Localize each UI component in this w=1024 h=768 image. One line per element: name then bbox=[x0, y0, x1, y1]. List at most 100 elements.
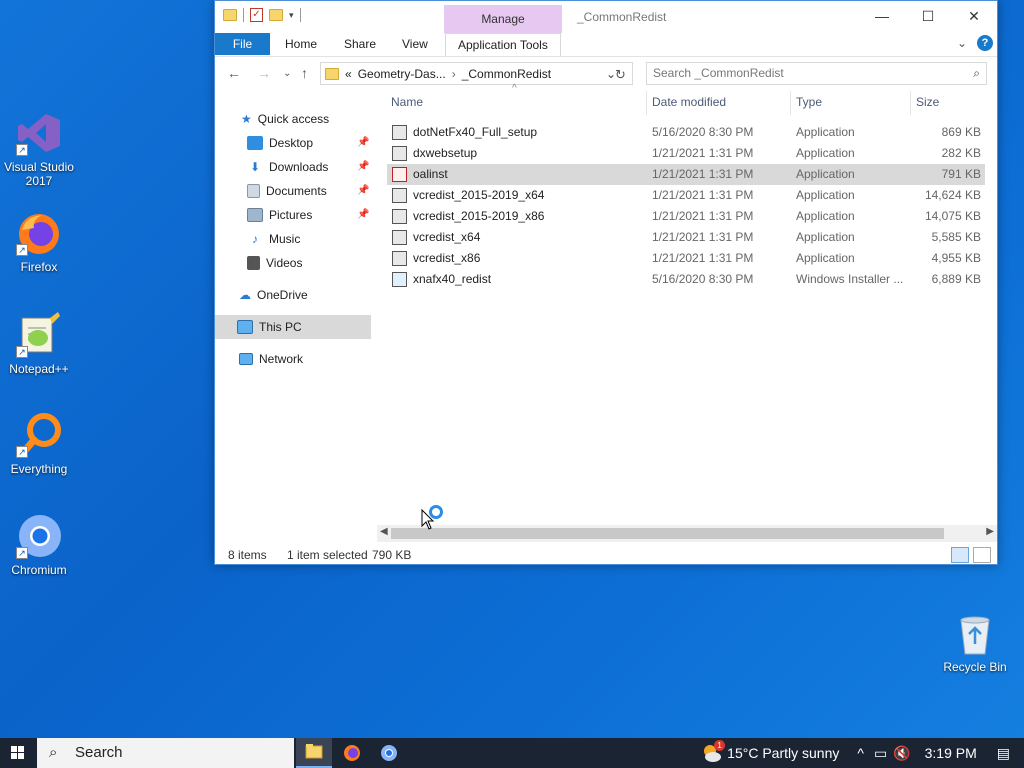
folder-icon bbox=[223, 9, 237, 21]
weather-icon[interactable]: 1 bbox=[701, 740, 726, 764]
desktop-icon-label: Everything bbox=[10, 462, 68, 476]
table-row[interactable]: dxwebsetup 1/21/2021 1:31 PM Application… bbox=[387, 143, 985, 164]
scrollbar-thumb[interactable] bbox=[391, 528, 944, 539]
nav-label: Videos bbox=[266, 256, 303, 270]
help-icon[interactable]: ? bbox=[977, 35, 993, 51]
large-icons-view-icon[interactable] bbox=[973, 547, 991, 563]
column-header-type[interactable]: Type bbox=[796, 95, 822, 109]
taskbar-clock[interactable]: 3:19 PM bbox=[925, 745, 977, 761]
windows-start-icon[interactable] bbox=[0, 738, 36, 768]
installer-application-icon bbox=[392, 188, 407, 203]
installer-application-icon bbox=[392, 230, 407, 245]
column-header-date[interactable]: Date modified bbox=[652, 95, 726, 109]
nav-downloads[interactable]: ⬇ Downloads bbox=[247, 155, 328, 179]
openal-installer-icon bbox=[392, 167, 407, 182]
table-row[interactable]: vcredist_x86 1/21/2021 1:31 PM Applicati… bbox=[387, 248, 985, 269]
nav-pictures[interactable]: Pictures bbox=[247, 203, 312, 227]
sort-ascending-icon[interactable]: ^ bbox=[512, 83, 517, 94]
desktop-icon-firefox[interactable]: ↗ Firefox bbox=[1, 210, 77, 274]
nav-label: Downloads bbox=[269, 160, 329, 174]
pin-icon[interactable]: 📌 bbox=[357, 185, 369, 196]
desktop-icon-visual-studio[interactable]: ↗ Visual Studio 2017 bbox=[1, 110, 77, 188]
search-input[interactable]: Search _CommonRedist ⌕ bbox=[646, 62, 987, 85]
table-row[interactable]: dotNetFx40_Full_setup 5/16/2020 8:30 PM … bbox=[387, 122, 985, 143]
tab-home[interactable]: Home bbox=[273, 33, 329, 55]
customize-qat-icon[interactable]: ▾ bbox=[289, 10, 294, 21]
column-header-name[interactable]: Name bbox=[391, 95, 423, 109]
forward-arrow-icon[interactable]: → bbox=[257, 65, 271, 81]
ribbon-expand-chevron-icon[interactable]: ⌄ bbox=[957, 36, 967, 50]
quick-access-toolbar: ✓ ▾ bbox=[223, 8, 301, 22]
properties-icon[interactable]: ✓ bbox=[250, 8, 263, 22]
taskbar-search-box[interactable]: ⌕ Search bbox=[37, 738, 294, 768]
file-name: dotNetFx40_Full_setup bbox=[413, 125, 538, 139]
up-arrow-icon[interactable]: ↑ bbox=[301, 65, 308, 81]
file-date: 1/21/2021 1:31 PM bbox=[652, 167, 754, 181]
table-row[interactable]: vcredist_2015-2019_x64 1/21/2021 1:31 PM… bbox=[387, 185, 985, 206]
weather-text[interactable]: 15°C Partly sunny bbox=[727, 745, 839, 761]
star-icon: ★ bbox=[241, 112, 252, 126]
close-button[interactable]: ✕ bbox=[951, 1, 997, 31]
nav-videos[interactable]: Videos bbox=[247, 251, 302, 275]
address-bar[interactable]: « Geometry-Das... › _CommonRedist ⌄ bbox=[320, 62, 633, 85]
nav-this-pc[interactable]: This PC bbox=[215, 315, 371, 339]
tab-file[interactable]: File bbox=[215, 33, 270, 55]
nav-onedrive[interactable]: ☁ OneDrive bbox=[239, 283, 308, 307]
manage-contextual-tab[interactable]: Manage bbox=[444, 5, 562, 33]
show-hidden-icons-chevron-icon[interactable]: ^ bbox=[857, 745, 864, 761]
table-row[interactable]: vcredist_2015-2019_x86 1/21/2021 1:31 PM… bbox=[387, 206, 985, 227]
tab-application-tools[interactable]: Application Tools bbox=[445, 33, 561, 56]
table-row[interactable]: vcredist_x64 1/21/2021 1:31 PM Applicati… bbox=[387, 227, 985, 248]
desktop-icon-recycle-bin[interactable]: Recycle Bin bbox=[940, 612, 1010, 674]
table-row-selected[interactable]: oalinst 1/21/2021 1:31 PM Application 79… bbox=[387, 164, 985, 185]
desktop-icon-chromium[interactable]: ↗ Chromium bbox=[1, 513, 77, 577]
column-divider[interactable] bbox=[790, 91, 791, 115]
minimize-button[interactable]: — bbox=[859, 1, 905, 31]
address-overflow[interactable]: « bbox=[345, 67, 352, 81]
pin-icon[interactable]: 📌 bbox=[357, 161, 369, 172]
horizontal-scrollbar[interactable]: ◀ ▶ bbox=[377, 525, 997, 542]
refresh-icon[interactable]: ↻ bbox=[615, 67, 626, 83]
nav-quick-access[interactable]: ★ Quick access bbox=[241, 107, 329, 131]
file-type: Application bbox=[796, 209, 855, 223]
file-date: 1/21/2021 1:31 PM bbox=[652, 251, 754, 265]
scroll-right-arrow-icon[interactable]: ▶ bbox=[986, 526, 994, 537]
pin-icon[interactable]: 📌 bbox=[357, 209, 369, 220]
nav-documents[interactable]: Documents bbox=[247, 179, 327, 203]
tab-share[interactable]: Share bbox=[332, 33, 388, 55]
recent-locations-chevron-icon[interactable]: ⌄ bbox=[283, 68, 291, 79]
new-folder-icon[interactable] bbox=[269, 9, 283, 21]
file-name: vcredist_2015-2019_x86 bbox=[413, 209, 545, 223]
taskbar-chromium[interactable] bbox=[371, 738, 407, 768]
back-arrow-icon[interactable]: ← bbox=[227, 65, 241, 81]
scroll-left-arrow-icon[interactable]: ◀ bbox=[380, 526, 388, 537]
maximize-button[interactable]: ☐ bbox=[905, 1, 951, 31]
pin-icon[interactable]: 📌 bbox=[357, 137, 369, 148]
network-status-icon[interactable]: ▭ bbox=[874, 745, 887, 762]
taskbar-firefox[interactable] bbox=[334, 738, 370, 768]
title-bar[interactable]: ✓ ▾ Manage _CommonRedist — ☐ ✕ bbox=[215, 1, 997, 33]
breadcrumb-separator-icon[interactable]: › bbox=[452, 67, 456, 81]
breadcrumb-geometry-dash[interactable]: Geometry-Das... bbox=[358, 67, 446, 81]
desktop-icon-notepadpp[interactable]: ↗ Notepad++ bbox=[1, 312, 77, 376]
file-explorer-window[interactable]: ✓ ▾ Manage _CommonRedist — ☐ ✕ File Home… bbox=[214, 0, 998, 565]
column-header-size[interactable]: Size bbox=[916, 95, 939, 109]
column-divider[interactable] bbox=[910, 91, 911, 115]
details-view-icon[interactable] bbox=[951, 547, 969, 563]
volume-muted-icon[interactable]: 🔇 bbox=[893, 745, 910, 762]
nav-music[interactable]: ♪ Music bbox=[247, 227, 300, 251]
music-note-icon: ♪ bbox=[252, 232, 258, 246]
breadcrumb-commonredist[interactable]: _CommonRedist bbox=[462, 67, 551, 81]
nav-network[interactable]: Network bbox=[239, 347, 303, 371]
file-size: 6,889 KB bbox=[931, 272, 981, 286]
nav-desktop[interactable]: Desktop bbox=[247, 131, 313, 155]
table-row[interactable]: xnafx40_redist 5/16/2020 8:30 PM Windows… bbox=[387, 269, 985, 290]
desktop-icon-everything[interactable]: ↗ Everything bbox=[1, 412, 77, 476]
taskbar-file-explorer[interactable] bbox=[296, 738, 332, 768]
column-divider[interactable] bbox=[646, 91, 647, 115]
action-center-icon[interactable]: ▤ bbox=[997, 745, 1010, 762]
file-date: 1/21/2021 1:31 PM bbox=[652, 188, 754, 202]
everything-search-icon: ↗ bbox=[16, 412, 62, 458]
tab-view[interactable]: View bbox=[390, 33, 440, 55]
nav-label: Network bbox=[259, 352, 304, 366]
